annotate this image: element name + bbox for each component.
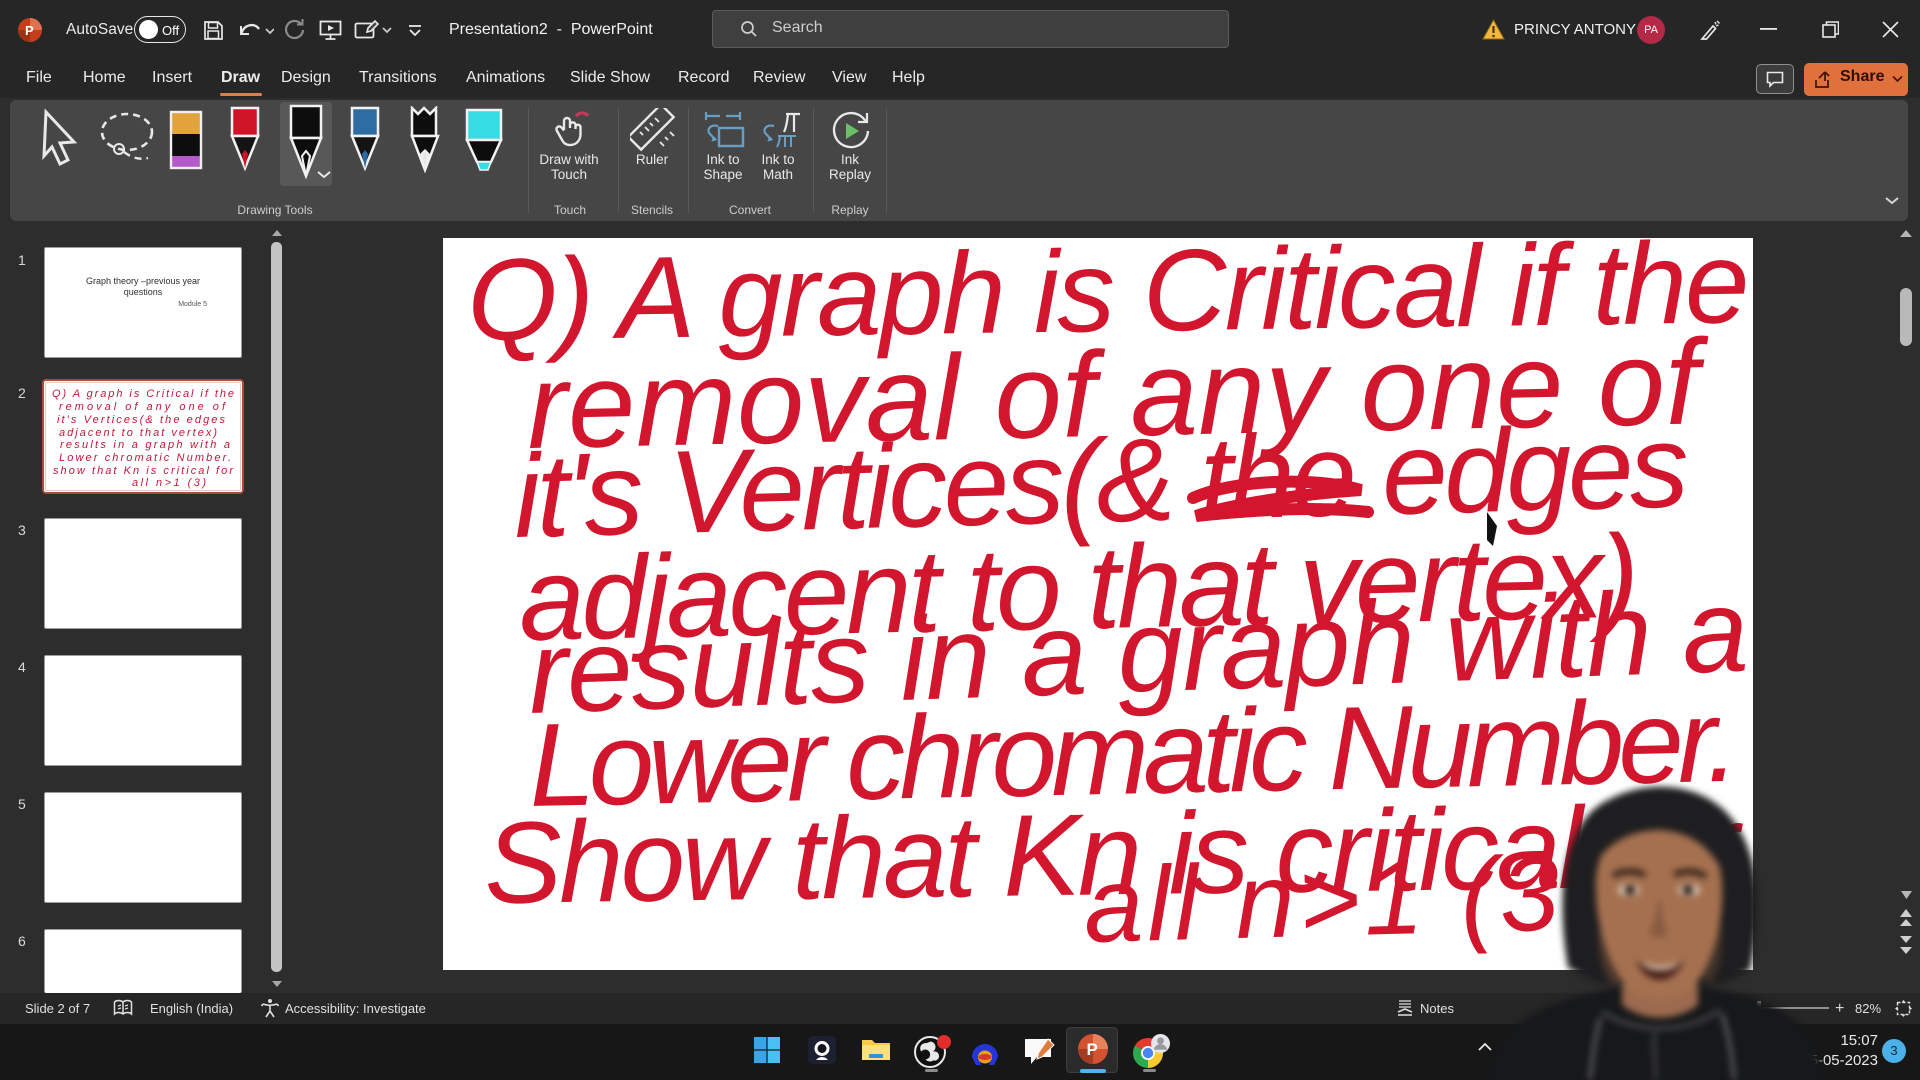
svg-text:Lower chromatic Number.: Lower chromatic Number. [59, 452, 231, 464]
svg-text:P: P [25, 23, 34, 38]
svg-text:P: P [1087, 1040, 1098, 1059]
svg-text:results in a graph with a: results in a graph with a [60, 439, 230, 451]
svg-text:adjacent to that vertex): adjacent to that vertex) [59, 427, 217, 439]
svg-text:show that Kn is critical for: show that Kn is critical for [53, 465, 234, 477]
svg-text:it's Vertices(& the edges: it's Vertices(& the edges [57, 414, 226, 426]
svg-text:all n>1 (3): all n>1 (3) [132, 477, 206, 489]
svg-text:removal of any one of: removal of any one of [59, 401, 226, 413]
svg-text:Q) A graph is Critical if the: Q) A graph is Critical if the [52, 388, 234, 400]
